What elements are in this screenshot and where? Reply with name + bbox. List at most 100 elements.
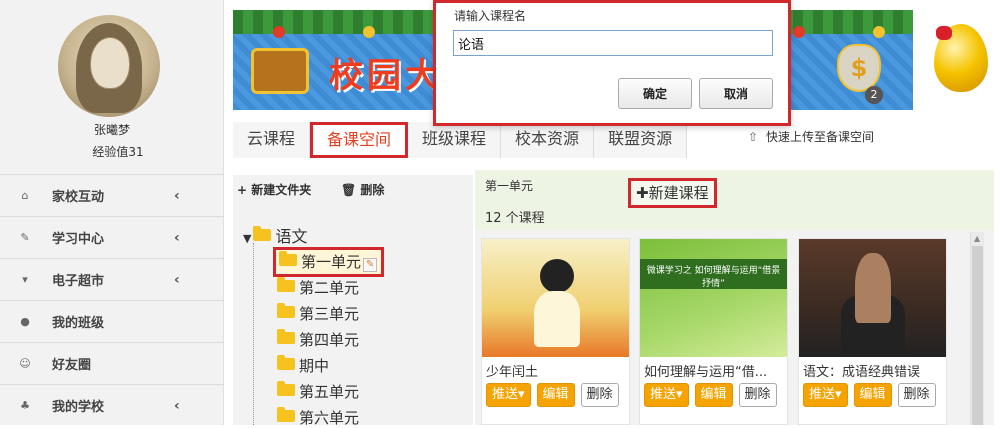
- new-course-button[interactable]: ✚新建课程: [628, 178, 717, 208]
- sidebar-item-label: 学习中心: [52, 232, 105, 247]
- sidebar-item-my-class[interactable]: ● 我的班级: [0, 300, 224, 342]
- dialog-prompt: 请输入课程名: [454, 9, 527, 23]
- caret-down-icon: ▼: [243, 232, 252, 245]
- edit-button[interactable]: 编辑: [694, 383, 733, 407]
- tab-class-course[interactable]: 班级课程: [408, 122, 502, 158]
- avatar[interactable]: [58, 15, 160, 117]
- banner-title: 校园大: [329, 56, 443, 96]
- sidebar-item-my-school[interactable]: ♣ 我的学校 ‹: [0, 384, 224, 426]
- course-title[interactable]: 语文：成语经典错误: [803, 361, 945, 380]
- bow-icon: [936, 26, 952, 40]
- sidebar-item-friends[interactable]: ☺ 好友圈: [0, 342, 224, 384]
- scroll-up-icon[interactable]: ▲: [974, 234, 980, 243]
- tree-item-label: 第四单元: [299, 331, 360, 349]
- smile-icon: ☺: [19, 357, 31, 370]
- card-actions: 推送▾ 编辑 删除: [644, 383, 777, 407]
- sidebar-item-label: 我的班级: [52, 316, 105, 331]
- quick-upload-link[interactable]: ⇧ 快速上传至备课空间: [748, 128, 874, 145]
- tree-item[interactable]: 第二单元: [277, 277, 359, 298]
- folder-icon: [277, 355, 295, 370]
- quick-upload-label: 快速上传至备课空间: [766, 130, 875, 144]
- course-card[interactable]: 微课学习之 如何理解与运用“借景抒情” 如何理解与运用“借... 推送▾ 编辑 …: [639, 238, 788, 425]
- treasure-chest-icon: [251, 48, 309, 94]
- ornament-icon: [793, 26, 805, 38]
- illustration-person: [855, 253, 891, 323]
- course-count: 12 个课程: [485, 211, 545, 226]
- delete-folder-button[interactable]: 🗑 删除: [341, 181, 384, 198]
- course-name-input[interactable]: [453, 30, 773, 56]
- edit-icon: ✎: [20, 231, 30, 244]
- folder-tree: ▼ 语文 第一单元 ✎ 第二单元 第三单元 第四单元 期中 第五单元 第六单元: [233, 211, 473, 427]
- course-title[interactable]: 如何理解与运用“借...: [644, 361, 786, 380]
- delete-button[interactable]: 删除: [580, 383, 619, 407]
- unit-title: 第一单元: [485, 179, 534, 193]
- push-button[interactable]: 推送▾: [644, 383, 689, 407]
- course-scrollbar[interactable]: ▲: [970, 232, 984, 425]
- tree-connector: [253, 243, 254, 425]
- upload-icon: ⇧: [748, 130, 759, 144]
- course-card[interactable]: 少年闰土 推送▾ 编辑 删除: [481, 238, 630, 425]
- avatar-face: [90, 37, 130, 89]
- illustration-hair: [540, 259, 574, 293]
- course-thumbnail[interactable]: [482, 239, 629, 357]
- course-card[interactable]: 语文：成语经典错误 推送▾ 编辑 删除: [798, 238, 947, 425]
- course-title[interactable]: 少年闰土: [486, 361, 628, 380]
- folder-icon: [277, 329, 295, 344]
- ornament-icon: [273, 26, 285, 38]
- chevron-left-icon: ‹: [174, 187, 180, 204]
- tab-prep-space[interactable]: 备课空间: [310, 122, 409, 158]
- sidebar-item-learning-center[interactable]: ✎ 学习中心 ‹: [0, 216, 224, 258]
- tree-item-label: 期中: [299, 357, 330, 375]
- course-thumbnail[interactable]: 微课学习之 如何理解与运用“借景抒情”: [640, 239, 787, 357]
- ornament-icon: [873, 26, 885, 38]
- chevron-left-icon: ‹: [174, 271, 180, 288]
- money-bag-icon: $: [837, 44, 881, 92]
- folder-icon: [277, 407, 295, 422]
- tree-item[interactable]: 第五单元: [277, 381, 359, 402]
- card-actions: 推送▾ 编辑 删除: [803, 383, 936, 407]
- user-exp: 经验值31: [92, 145, 144, 159]
- ornament-icon: [363, 26, 375, 38]
- thumbnail-text: 微课学习之 如何理解与运用“借景抒情”: [646, 266, 781, 289]
- tree-item[interactable]: 第三单元: [277, 303, 359, 324]
- delete-button[interactable]: 删除: [738, 383, 777, 407]
- sidebar: 张曦梦 经验值31 ⌂ 家校互动 ‹ ✎ 学习中心 ‹ ▾ 电子超市 ‹ ● 我…: [0, 0, 224, 425]
- chevron-left-icon: ‹: [174, 229, 180, 246]
- user-icon: ●: [20, 315, 30, 328]
- tab-alliance-resources[interactable]: 联盟资源: [594, 122, 688, 158]
- chevron-left-icon: ‹: [174, 397, 180, 414]
- card-actions: 推送▾ 编辑 删除: [486, 383, 619, 407]
- home-icon: ⌂: [21, 189, 29, 202]
- sidebar-item-label: 电子超市: [52, 274, 105, 289]
- push-button[interactable]: 推送▾: [486, 383, 531, 407]
- sidebar-item-label: 我的学校: [52, 400, 105, 415]
- cancel-button[interactable]: 取消: [699, 78, 773, 109]
- edit-button[interactable]: 编辑: [536, 383, 575, 407]
- course-grid: 少年闰土 推送▾ 编辑 删除 微课学习之 如何理解与运用“借景抒情” 如何理解与…: [475, 230, 994, 425]
- tab-bar: 云课程 备课空间 班级课程 校本资源 联盟资源: [233, 122, 688, 158]
- folder-icon: [277, 277, 295, 292]
- edit-button[interactable]: 编辑: [853, 383, 892, 407]
- confirm-button[interactable]: 确定: [618, 78, 692, 109]
- user-name: 张曦梦: [93, 123, 130, 137]
- folder-icon: [277, 381, 295, 396]
- coin-badge: 2: [865, 86, 883, 104]
- new-folder-button[interactable]: + 新建文件夹: [237, 181, 311, 198]
- rename-icon[interactable]: ✎: [363, 258, 378, 272]
- tree-item[interactable]: 第一单元 ✎: [273, 247, 385, 277]
- sidebar-item-label: 好友圈: [52, 358, 92, 373]
- tree-item[interactable]: 第四单元: [277, 329, 359, 350]
- sidebar-item-e-market[interactable]: ▾ 电子超市 ‹: [0, 258, 224, 300]
- tree-item-label: 第三单元: [299, 305, 360, 323]
- folder-icon: [279, 251, 297, 266]
- delete-button[interactable]: 删除: [897, 383, 936, 407]
- tree-item-label: 第一单元: [301, 253, 362, 271]
- tree-item[interactable]: 期中: [277, 355, 329, 376]
- course-thumbnail[interactable]: [799, 239, 946, 357]
- scrollbar-thumb[interactable]: [972, 246, 983, 425]
- tab-cloud-course[interactable]: 云课程: [233, 122, 311, 158]
- tree-root[interactable]: ▼ 语文: [243, 223, 307, 247]
- push-button[interactable]: 推送▾: [803, 383, 848, 407]
- tab-school-resources[interactable]: 校本资源: [501, 122, 595, 158]
- sidebar-item-home-school[interactable]: ⌂ 家校互动 ‹: [0, 174, 224, 216]
